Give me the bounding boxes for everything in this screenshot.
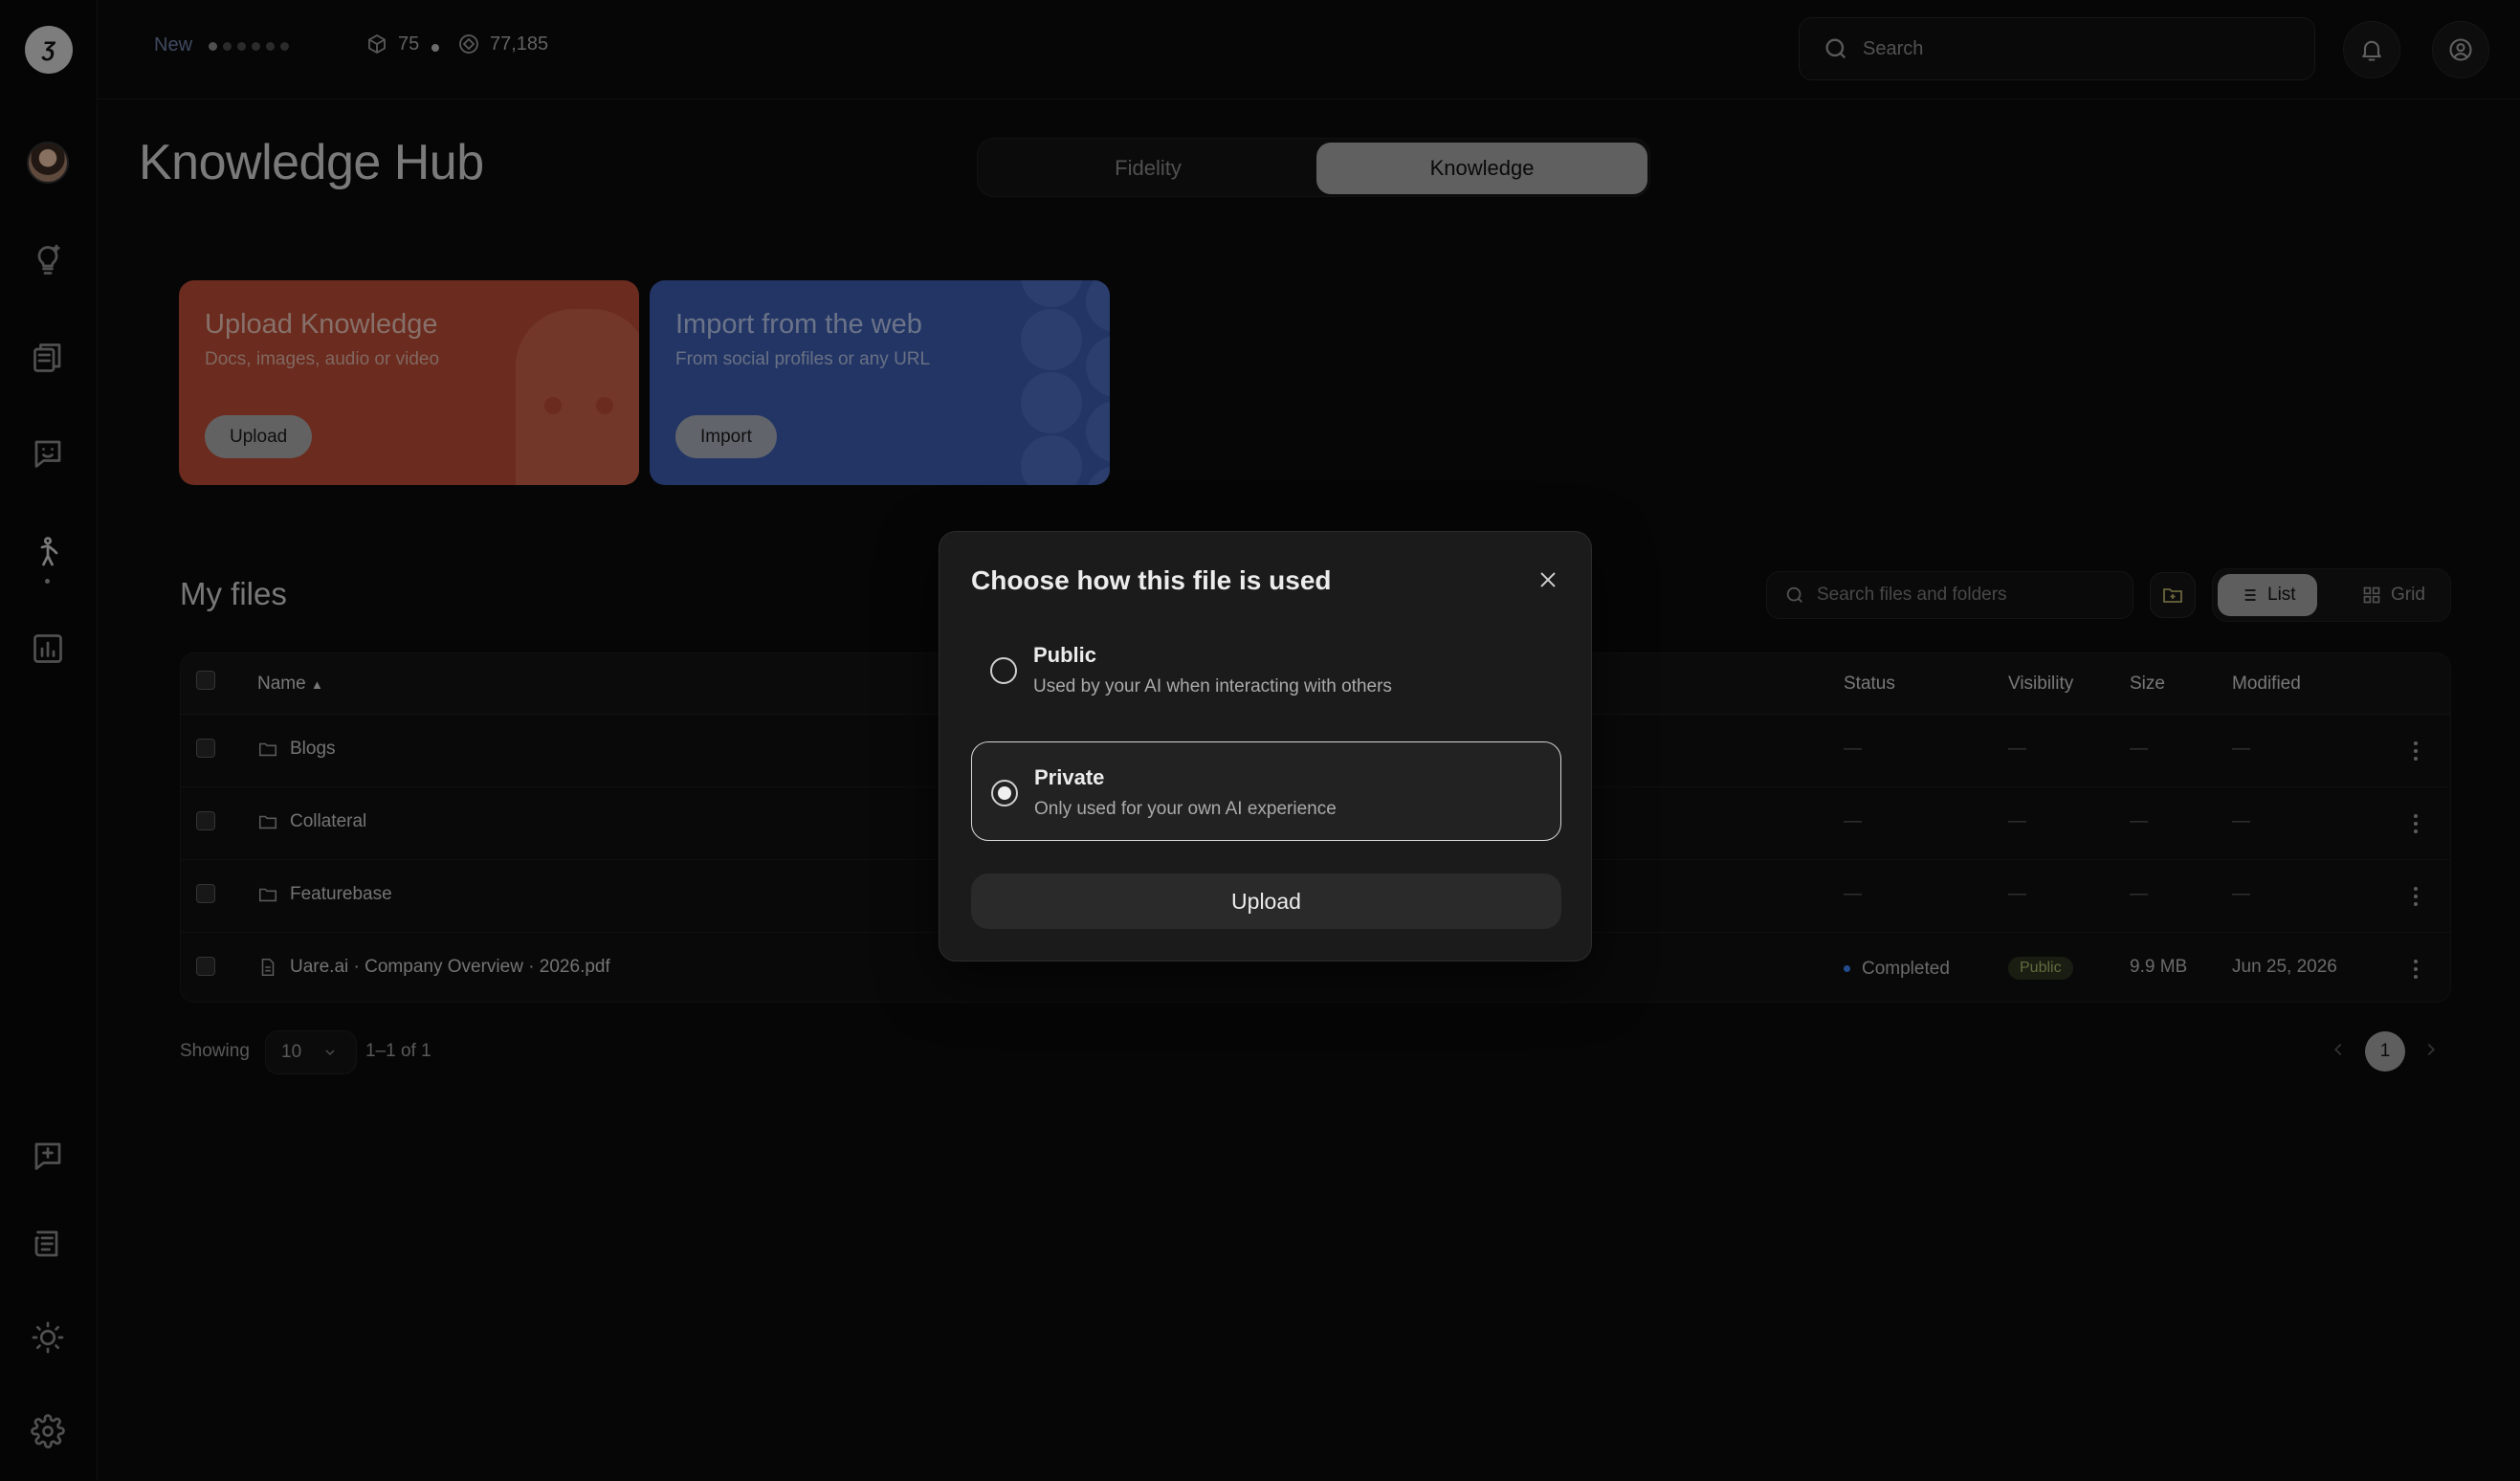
option-private[interactable]: Private Only used for your own AI experi…: [971, 741, 1561, 841]
close-icon: [1540, 572, 1556, 587]
option-public[interactable]: Public Used by your AI when interacting …: [971, 620, 1561, 719]
radio-public[interactable]: [990, 657, 1017, 684]
option-public-title: Public: [1033, 643, 1097, 667]
option-public-description: Used by your AI when interacting with ot…: [1033, 676, 1392, 696]
radio-private[interactable]: [991, 780, 1018, 807]
file-usage-modal: Choose how this file is used Public Used…: [939, 531, 1592, 962]
option-private-description: Only used for your own AI experience: [1034, 799, 1337, 819]
modal-title: Choose how this file is used: [971, 565, 1332, 595]
close-button[interactable]: [1535, 566, 1561, 593]
modal-upload-button[interactable]: Upload: [971, 873, 1561, 929]
option-private-title: Private: [1034, 765, 1105, 789]
